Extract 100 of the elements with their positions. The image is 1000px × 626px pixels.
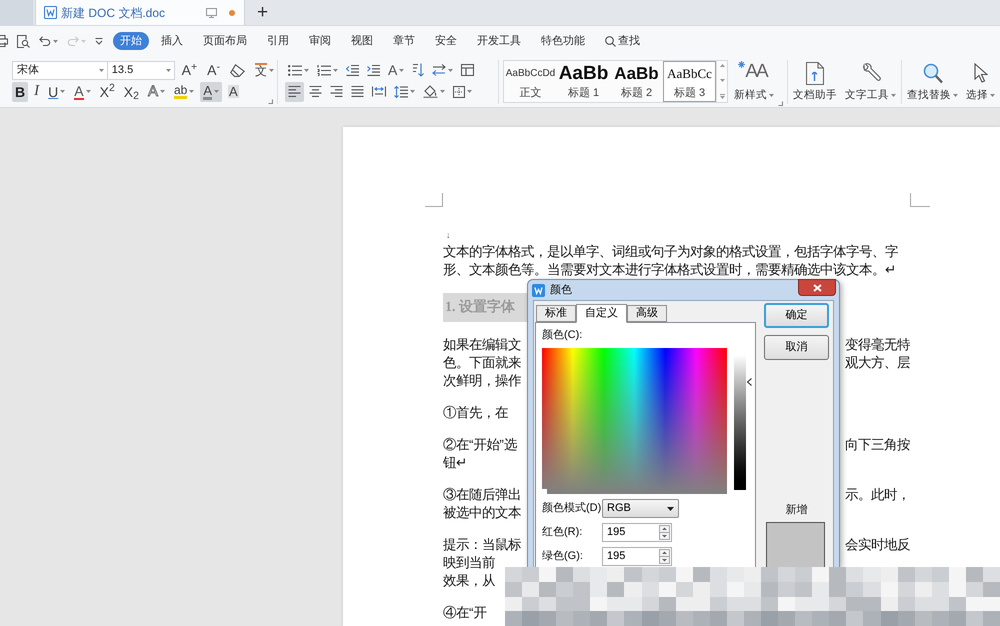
customize-icon [95,38,103,44]
preview-button[interactable] [17,32,30,50]
ribbon-tab[interactable]: 页面布局 [193,32,257,50]
text-line: ①首先，在 [443,404,508,422]
color-spectrum[interactable] [542,348,727,494]
char-shading-button[interactable]: A [225,82,242,102]
text-line: 文本的字体格式，是以单字、词组或句子为对象的格式设置，包括字体字号、字 [443,243,898,261]
ribbon-tab[interactable]: 引用 [257,32,299,50]
ribbon-tab[interactable]: 开始 [113,32,149,50]
caret-icon [990,94,995,96]
phonetic-guide-button[interactable]: 文 [252,60,277,80]
decrease-indent-icon [346,64,359,76]
color-label: 颜色(C): [542,329,582,342]
ribbon-tab[interactable]: 插入 [151,32,193,50]
table-icon [461,64,474,76]
text-line: 色。下面就来 [443,354,521,372]
search-button[interactable]: 查找 [595,32,650,50]
number-field[interactable]: 195 [602,523,672,542]
bullet-list-icon [288,64,302,76]
distribute-icon [372,86,386,97]
heading-text: 1. 设置字体 [443,293,527,322]
font-name-field[interactable]: 宋体 [12,60,108,80]
undo-icon [39,36,51,46]
shrink-font-button[interactable]: A$^{-}$ [204,60,223,80]
document-icon [806,62,824,84]
ribbon-tab[interactable]: 开发工具 [467,32,531,50]
style-option[interactable]: AaBbCc 标题 3 [663,61,716,102]
spinner-icon[interactable] [659,525,670,540]
find-replace-button[interactable]: 查找替换 [905,60,960,104]
caret-icon [304,68,309,72]
text-tools-button[interactable]: 文字工具 [843,60,898,104]
dialog-button[interactable]: 取消 [764,335,829,360]
text-line: 形、文本颜色等。当需要对文本进行字体格式设置时，需要精确选中该文本。↵ [443,261,896,279]
sort-icon [412,63,424,77]
caret-icon [98,68,104,72]
superscript-button[interactable]: X$^{2}$ [96,82,118,102]
ribbon-tab[interactable]: 视图 [341,32,383,50]
font-color-button[interactable]: A [200,82,222,102]
caret-icon [81,40,86,42]
scroll-up-icon[interactable] [720,64,724,67]
caret-icon [166,68,171,72]
corner-mark-icon [425,193,443,207]
select-button[interactable]: 选择 [964,60,997,104]
text-line: 效果，从 [443,572,495,590]
bold-button[interactable]: B [12,82,28,102]
caret-icon [60,90,66,93]
ribbon-tab[interactable]: 特色功能 [531,32,595,50]
dialog-button[interactable]: 确定 [764,303,829,328]
highlight-button[interactable]: ab [170,82,198,102]
corner-mark-icon [910,193,930,207]
gallery-more-icon[interactable] [720,94,724,99]
channel-label: 绿色(G): [542,549,584,564]
ribbon-tab[interactable]: 安全 [425,32,467,50]
underline-button[interactable]: U [45,82,68,102]
close-button[interactable] [798,279,836,296]
subscript-button[interactable]: X$_{2}$ [120,82,142,102]
dialog-tab[interactable]: 标准 [536,305,576,322]
doc-assistant-button[interactable]: 文档助手 [791,60,839,104]
spinner-icon[interactable] [659,549,670,564]
caret-icon [769,94,774,96]
new-style-button[interactable]: AA 新样式 [732,60,776,104]
grow-font-button[interactable]: A$^{+}$ [178,60,200,80]
style-option[interactable]: AaBbCcDd 正文 [504,61,557,102]
scroll-down-icon[interactable] [720,79,724,82]
monitor-icon[interactable] [206,8,217,18]
number-field[interactable]: 195 [602,547,672,566]
browser-tab[interactable]: 新建 DOC 文档.doc [35,0,245,25]
border-icon [453,86,465,98]
ribbon-tab[interactable]: 章节 [383,32,425,50]
text-line: 变得毫无特 [845,336,910,354]
caret-icon [86,90,91,93]
text-line: ④在“开 [443,604,486,622]
luminance-slider[interactable] [734,355,753,490]
search-icon [922,62,942,84]
italic-button[interactable]: I [31,82,42,102]
caret-icon [53,40,58,42]
text-direction-button[interactable]: A [385,60,408,80]
ribbon-tab[interactable]: 审阅 [299,32,341,50]
new-tab-button[interactable]: + [257,3,268,22]
app-logo-icon [532,284,545,296]
dialog-launcher-icon[interactable] [268,99,273,104]
strikethrough-button[interactable]: A [71,82,94,102]
paint-bucket-icon [423,85,438,98]
new-color-label: 新增 [786,504,808,516]
color-mode-select[interactable]: RGB [602,499,679,518]
caret-icon [448,68,454,72]
font-size-field[interactable]: 13.5 [108,60,175,80]
luminance-marker-icon[interactable] [747,378,752,386]
wrench-icon [860,63,880,83]
new-color-swatch [766,522,825,567]
text-line: 示。此时， [845,486,910,504]
style-option[interactable]: AaBb 标题 2 [610,61,663,102]
style-option[interactable]: AaBb 标题 1 [557,61,610,102]
align-center-icon [309,86,322,97]
dialog-tab[interactable]: 高级 [627,305,667,322]
dropdown-arrow-icon [667,506,674,510]
dialog-launcher-icon[interactable] [778,101,783,106]
eraser-icon [230,64,245,76]
dialog-tab[interactable]: 自定义 [576,304,627,323]
align-left-button[interactable] [285,82,304,102]
